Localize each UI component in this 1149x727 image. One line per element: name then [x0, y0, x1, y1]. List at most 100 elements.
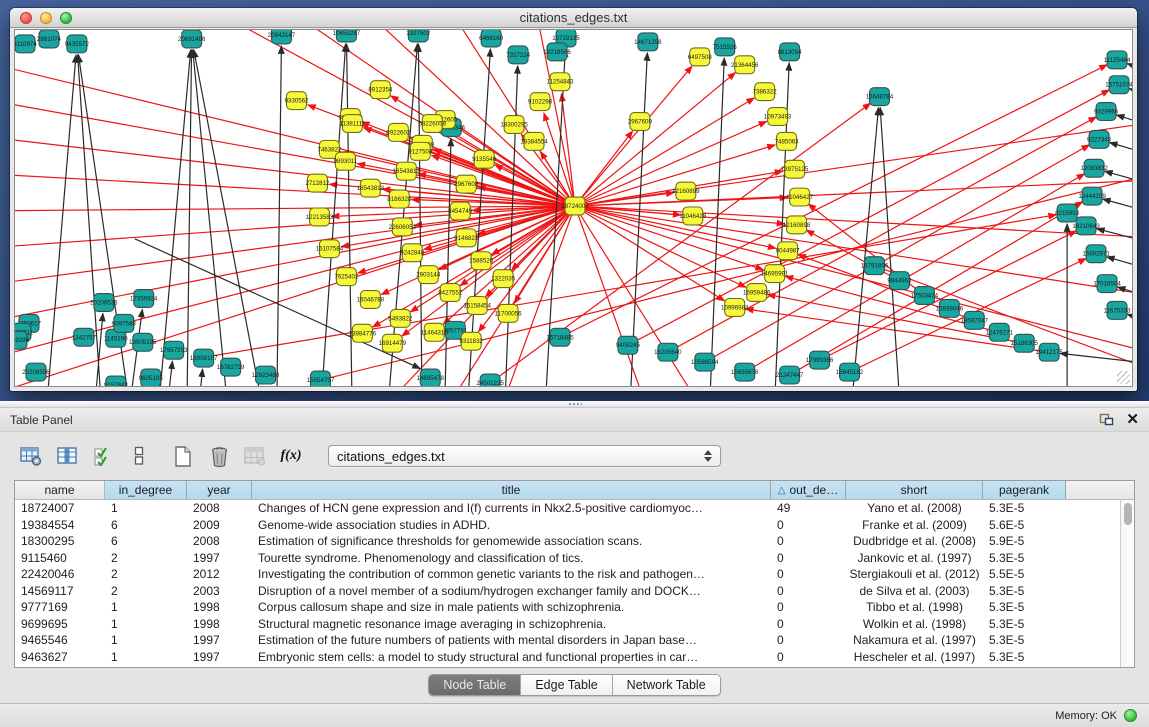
table-row[interactable]: 1830029562008Estimation of significance … [15, 533, 1120, 550]
row-height-button[interactable] [126, 444, 152, 468]
column-header-title[interactable]: title [252, 481, 771, 499]
table-row[interactable]: 969969511998Structural magnetic resonanc… [15, 616, 1120, 633]
graph-node-label: 16205640 [654, 349, 682, 356]
graph-node-label: 17503474 [911, 293, 939, 300]
table-disabled-icon [244, 447, 266, 466]
tab-network-table[interactable]: Network Table [613, 675, 720, 695]
table-row[interactable]: 1456911722003Disruption of a novel membe… [15, 583, 1120, 600]
graph-node-label: 16107584 [316, 246, 344, 253]
graph-node-label: 1322035 [491, 276, 516, 283]
citation-graph[interactable]: 8110974286107494355722069140620943147106… [15, 30, 1132, 386]
table-cell: Franke et al. (2009) [846, 517, 983, 534]
table-cell: 18300295 [15, 533, 105, 550]
delete-table-button[interactable] [206, 444, 232, 468]
graph-node-label: 7386322 [753, 89, 778, 96]
network-window[interactable]: citations_edges.txt 81109742861074943557… [10, 8, 1137, 391]
column-header-filler [1066, 481, 1134, 499]
table-row[interactable]: 977716911998Corpus callosum shape and si… [15, 599, 1120, 616]
table-cell: 5.6E-5 [983, 517, 1066, 534]
graph-edge[interactable] [560, 65, 1107, 338]
network-canvas[interactable]: 8110974286107494355722069140620943147106… [14, 29, 1133, 387]
graph-node-label: 9242848 [400, 250, 425, 257]
graph-edge[interactable] [165, 361, 173, 386]
graph-edge[interactable] [1105, 171, 1132, 196]
close-panel-icon[interactable]: ✕ [1126, 412, 1139, 427]
minimize-window-button[interactable] [40, 12, 52, 24]
graph-edge[interactable] [1110, 143, 1132, 168]
graph-node-label: 12160898 [783, 222, 811, 229]
column-header-name[interactable]: name [15, 481, 105, 499]
table-scrollbar[interactable] [1120, 500, 1134, 667]
graph-edge[interactable] [1129, 89, 1132, 113]
table-cell: 5.3E-5 [983, 649, 1066, 666]
graph-node-label: 2861074 [37, 36, 62, 43]
graph-edge[interactable] [320, 172, 1132, 380]
graph-edge[interactable] [187, 50, 192, 386]
column-header-pagerank[interactable]: pagerank [983, 481, 1066, 499]
graph-edge[interactable] [575, 206, 1132, 298]
table-cell: 1 [105, 616, 187, 633]
graph-edge[interactable] [806, 230, 899, 280]
table-cell: 2003 [187, 583, 252, 600]
graph-edge[interactable] [277, 46, 282, 386]
table-row[interactable]: 1872400712008Changes of HCN gene express… [15, 500, 1120, 517]
table-selector-dropdown[interactable]: citations_edges.txt [328, 445, 721, 467]
graph-edge[interactable] [575, 145, 775, 206]
graph-edge[interactable] [197, 369, 203, 386]
graph-node-label: 11046427 [786, 194, 814, 201]
zoom-window-button[interactable] [60, 12, 72, 24]
graph-node-label: 11046428 [679, 213, 707, 220]
show-columns-button[interactable] [90, 444, 116, 468]
table-cell: 5.3E-5 [983, 632, 1066, 649]
graph-node-label: 16543813 [357, 185, 385, 192]
graph-node-label: 9152842 [104, 382, 129, 386]
column-header-short[interactable]: short [846, 481, 983, 499]
close-window-button[interactable] [20, 12, 32, 24]
table-cell: Changes of HCN gene expression and I(f) … [252, 500, 771, 517]
new-table-button[interactable] [170, 444, 196, 468]
graph-edge[interactable] [478, 206, 575, 332]
graph-edge[interactable] [880, 108, 901, 386]
graph-node-label: 7357224 [506, 52, 531, 59]
column-header-out_de[interactable]: △out_de… [771, 481, 846, 499]
function-builder-button[interactable]: f(x) [278, 444, 304, 468]
window-titlebar[interactable]: citations_edges.txt [10, 8, 1137, 28]
graph-node-label: 9435572 [65, 41, 90, 48]
graph-edge[interactable] [709, 58, 725, 386]
window-resize-grip[interactable] [1117, 371, 1130, 384]
table-scrollbar-thumb[interactable] [1124, 503, 1132, 525]
panel-splitter[interactable] [0, 401, 1149, 408]
table-settings-button[interactable] [18, 444, 44, 468]
graph-node-label: 9044987 [776, 248, 801, 255]
graph-edge[interactable] [1060, 353, 1132, 368]
tab-edge-table[interactable]: Edge Table [521, 675, 612, 695]
graph-edge[interactable] [575, 66, 692, 206]
graph-edge[interactable] [1127, 314, 1132, 338]
graph-node-label: 12476271 [986, 329, 1014, 336]
graph-edge[interactable] [194, 50, 267, 386]
graph-edge[interactable] [575, 131, 633, 206]
column-header-in_degree[interactable]: in_degree [105, 481, 187, 499]
column-header-year[interactable]: year [187, 481, 252, 499]
table-cell: Estimation of the future numbers of pati… [252, 632, 771, 649]
graph-edge[interactable] [1103, 199, 1132, 224]
graph-node-label: 15718485 [546, 334, 574, 341]
graph-edge[interactable] [575, 206, 776, 248]
table-row[interactable]: 946554611997Estimation of the future num… [15, 632, 1120, 649]
table-row[interactable]: 946362711997Embryonic stem cells: a mode… [15, 649, 1120, 666]
graph-edge[interactable] [575, 206, 1132, 358]
graph-edge[interactable] [15, 206, 575, 287]
graph-edge[interactable] [575, 98, 754, 206]
select-column-button[interactable] [54, 444, 80, 468]
tab-node-table[interactable]: Node Table [429, 675, 521, 695]
table-row[interactable]: 911546021997Tourette syndrome. Phenomeno… [15, 550, 1120, 567]
graph-edge[interactable] [575, 206, 763, 270]
graph-edge[interactable] [193, 50, 230, 386]
table-row[interactable]: 1938455462009Genome-wide association stu… [15, 517, 1120, 534]
splitter-handle-icon[interactable] [568, 402, 582, 407]
float-panel-icon[interactable] [1099, 413, 1114, 426]
graph-node-label: 9330562 [284, 98, 309, 105]
graph-node-label: 16046788 [357, 296, 385, 303]
graph-edge[interactable] [15, 60, 575, 206]
table-row[interactable]: 2242004622012Investigating the contribut… [15, 566, 1120, 583]
